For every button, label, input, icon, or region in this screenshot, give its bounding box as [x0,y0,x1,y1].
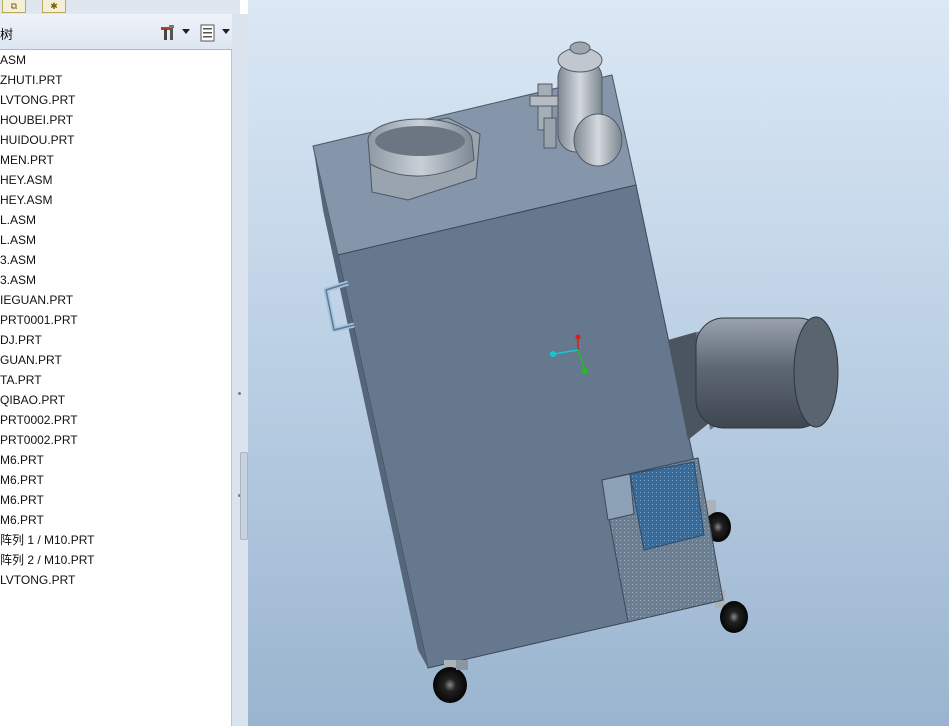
panel-title: 树 [0,27,14,42]
favorites-tab[interactable]: ✱ [42,0,66,13]
tree-item[interactable]: ASM [0,50,231,70]
tree-item[interactable]: PRT0002.PRT [0,410,231,430]
model-tree-header: 树 [0,14,240,50]
tree-item[interactable]: 3.ASM [0,270,231,290]
favorites-icon: ✱ [50,1,58,11]
tree-item[interactable]: M6.PRT [0,490,231,510]
model-tree: ASM ZHUTI.PRT LVTONG.PRT HOUBEI.PRT HUID… [0,50,232,726]
tree-item[interactable]: M6.PRT [0,470,231,490]
tree-item[interactable]: IEGUAN.PRT [0,290,231,310]
grip-dot [238,392,241,395]
fan-motor [668,316,839,440]
tree-item[interactable]: TA.PRT [0,370,231,390]
tree-item[interactable]: 阵列 2 / M10.PRT [0,550,231,570]
chevron-down-icon [182,29,190,34]
model-render [312,41,839,703]
tree-settings-button[interactable] [158,23,192,43]
tree-item[interactable]: M6.PRT [0,450,231,470]
tree-item[interactable]: 3.ASM [0,250,231,270]
tree-item[interactable]: ZHUTI.PRT [0,70,231,90]
model-tree-icon: ⧉ [10,1,18,11]
tree-item[interactable]: HEY.ASM [0,190,231,210]
graphics-viewport[interactable] [248,0,949,726]
navigator-tabs: ⧉ ✱ [0,0,240,15]
model-tree-tab[interactable]: ⧉ [2,0,26,13]
tree-show-button[interactable] [198,23,232,43]
tree-item[interactable]: LVTONG.PRT [0,90,231,110]
tree-item[interactable]: GUAN.PRT [0,350,231,370]
tree-item[interactable]: PRT0002.PRT [0,430,231,450]
tree-item[interactable]: HUIDOU.PRT [0,130,231,150]
collapse-panel-handle[interactable] [240,452,248,540]
tree-item[interactable]: LVTONG.PRT [0,570,231,590]
tree-item[interactable]: MEN.PRT [0,150,231,170]
panel-splitter[interactable] [232,14,248,726]
list-icon [200,24,215,42]
tree-item[interactable]: DJ.PRT [0,330,231,350]
chevron-down-icon [222,29,230,34]
tree-item[interactable]: PRT0001.PRT [0,310,231,330]
tree-item[interactable]: M6.PRT [0,510,231,530]
caster-wheel-front [433,660,468,703]
tree-item[interactable]: QIBAO.PRT [0,390,231,410]
tree-item[interactable]: HEY.ASM [0,170,231,190]
tree-item[interactable]: 阵列 1 / M10.PRT [0,530,231,550]
tree-item[interactable]: HOUBEI.PRT [0,110,231,130]
tools-icon [161,25,174,40]
tree-item[interactable]: L.ASM [0,230,231,250]
tree-item[interactable]: L.ASM [0,210,231,230]
